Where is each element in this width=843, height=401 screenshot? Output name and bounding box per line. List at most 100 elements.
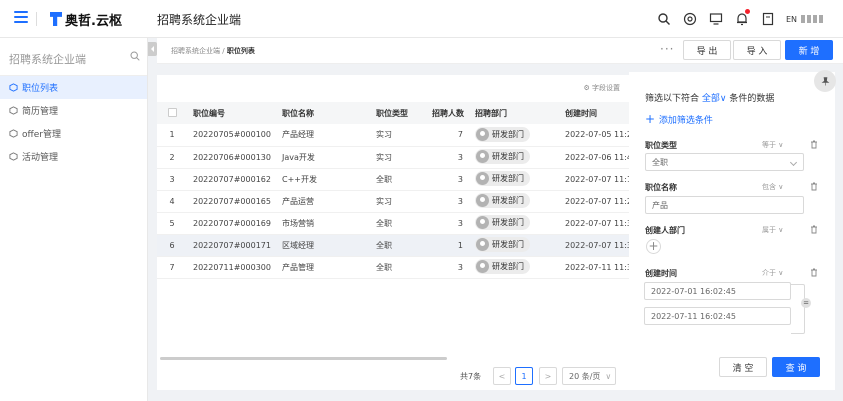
filter-op-name-value: 包含: [762, 183, 776, 191]
trash-icon[interactable]: [810, 182, 818, 191]
column-header[interactable]: 职位类型: [370, 102, 426, 124]
dept-tag: 研发部门: [475, 259, 530, 274]
row-index: 2: [157, 146, 187, 169]
job-type: 全职: [370, 256, 426, 279]
dept-name: 研发部门: [492, 262, 524, 271]
date-from-input[interactable]: 2022-07-01 16:02:45: [644, 282, 791, 300]
column-header[interactable]: 职位名称: [276, 102, 370, 124]
filter-name-input[interactable]: 产品: [645, 196, 804, 214]
field-settings-label: 字段设置: [592, 84, 620, 92]
add-filter-button[interactable]: + 添加筛选条件: [645, 112, 713, 126]
dept-name: 研发部门: [492, 152, 524, 161]
select-all-header: [157, 102, 187, 124]
trash-icon[interactable]: [810, 140, 818, 149]
date-to-input[interactable]: 2022-07-11 16:02:45: [644, 307, 791, 325]
column-header[interactable]: 职位编号: [187, 102, 276, 124]
select-all-checkbox[interactable]: [167, 107, 177, 117]
sidebar-collapse-handle[interactable]: [148, 42, 157, 56]
dept-tag: 研发部门: [475, 215, 530, 230]
query-button[interactable]: 查 询: [772, 357, 820, 377]
column-header[interactable]: 招聘部门: [469, 102, 559, 124]
table-row[interactable]: 1 20220705#000100 产品经理 实习 7 研发部门 2022-07…: [157, 124, 629, 147]
plus-icon: +: [645, 112, 659, 126]
notification-badge: [744, 9, 750, 14]
page-1-button[interactable]: 1: [515, 367, 533, 385]
job-type: 实习: [370, 124, 426, 147]
filter-op-time[interactable]: 介于 ∨: [762, 268, 783, 278]
next-page-button[interactable]: >: [539, 367, 557, 385]
table-row[interactable]: 5 20220707#000169 市场营销 全职 3 研发部门 2022-07…: [157, 212, 629, 235]
import-button[interactable]: 导 入: [733, 40, 781, 60]
trash-icon[interactable]: [810, 268, 818, 277]
job-created: 2022-07-11 11:36:2: [559, 256, 629, 279]
job-dept: 研发部门: [469, 190, 559, 213]
filter-op-time-value: 介于: [762, 269, 776, 277]
breadcrumb-current: 职位列表: [226, 47, 255, 55]
trash-icon[interactable]: [810, 225, 818, 234]
department-icon: [476, 238, 489, 251]
dept-name: 研发部门: [492, 174, 524, 183]
dept-tag: 研发部门: [475, 171, 530, 186]
sidebar-item-jobs[interactable]: 职位列表: [0, 76, 147, 99]
dept-tag: 研发部门: [475, 126, 530, 142]
column-header[interactable]: 招聘人数: [426, 102, 469, 124]
search-icon[interactable]: [656, 11, 672, 27]
clear-button[interactable]: 清 空: [719, 357, 767, 377]
column-header[interactable]: 创建时间: [559, 102, 629, 124]
more-options-icon[interactable]: ···: [660, 42, 674, 56]
add-department-button[interactable]: +: [646, 239, 661, 254]
cube-icon: [9, 83, 18, 92]
sidebar-item-offers[interactable]: offer管理: [0, 122, 147, 145]
bell-icon[interactable]: [734, 9, 750, 27]
department-icon: [476, 260, 489, 273]
filter-type-select[interactable]: 全职: [645, 153, 804, 171]
table-row[interactable]: 6 20220707#000171 区域经理 全职 1 研发部门 2022-07…: [157, 234, 629, 257]
search-icon[interactable]: [130, 51, 140, 61]
menu-icon[interactable]: [14, 11, 28, 23]
filter-op-name[interactable]: 包含 ∨: [762, 182, 783, 192]
page-size-select[interactable]: 20 条/页 ∨: [562, 367, 616, 385]
filter-label-time: 创建时间: [645, 269, 677, 278]
divider: [36, 12, 37, 26]
export-button[interactable]: 导 出: [683, 40, 731, 60]
filter-op-dept-value: 属于: [762, 226, 776, 234]
monitor-icon[interactable]: [708, 11, 724, 27]
job-dept: 研发部门: [469, 212, 559, 235]
sidebar-item-label: 简历管理: [22, 107, 59, 117]
user-avatar[interactable]: [801, 15, 823, 23]
pin-icon[interactable]: [814, 70, 836, 92]
department-icon: [476, 150, 489, 163]
sidebar-item-resumes[interactable]: 简历管理: [0, 99, 147, 122]
dept-tag: 研发部门: [475, 237, 530, 252]
department-icon: [476, 194, 489, 207]
filter-op-dept[interactable]: 属于 ∨: [762, 225, 783, 235]
table-row[interactable]: 7 20220711#000300 产品管理 全职 3 研发部门 2022-07…: [157, 256, 629, 279]
chevron-down-icon[interactable]: ∨: [229, 12, 236, 23]
sidebar-item-events[interactable]: 活动管理: [0, 145, 147, 168]
field-settings-link[interactable]: ⚙ 字段设置: [583, 83, 620, 93]
cube-icon: [9, 106, 18, 115]
horizontal-scrollbar[interactable]: [160, 357, 447, 360]
filter-op-type[interactable]: 等于 ∨: [762, 140, 783, 150]
sidebar-item-label: offer管理: [22, 130, 61, 140]
prev-page-button[interactable]: <: [493, 367, 511, 385]
cube-icon: [9, 152, 18, 161]
table-row[interactable]: 3 20220707#000162 C++开发 全职 3 研发部门 2022-0…: [157, 168, 629, 191]
document-icon[interactable]: [760, 11, 776, 27]
job-type: 全职: [370, 212, 426, 235]
help-icon[interactable]: [682, 11, 698, 27]
breadcrumb-parent[interactable]: 招聘系统企业端: [171, 47, 220, 55]
job-count: 3: [426, 256, 469, 279]
job-code: 20220707#000162: [187, 168, 276, 191]
filter-mode-select[interactable]: 全部∨: [702, 94, 727, 104]
filter-type-value: 全职: [652, 157, 668, 167]
job-dept: 研发部门: [469, 256, 559, 279]
breadcrumb: 招聘系统企业端 / 职位列表: [171, 46, 255, 56]
table-row[interactable]: 2 20220706#000130 Java开发 实习 3 研发部门 2022-…: [157, 146, 629, 169]
language-switch[interactable]: EN: [786, 15, 797, 24]
table-row[interactable]: 4 20220707#000165 产品运营 实习 3 研发部门 2022-07…: [157, 190, 629, 213]
new-button[interactable]: 新 增: [785, 40, 833, 60]
job-code: 20220707#000169: [187, 212, 276, 235]
range-equal-icon[interactable]: =: [801, 298, 811, 308]
logo-text: 奥哲.云枢: [65, 13, 122, 29]
